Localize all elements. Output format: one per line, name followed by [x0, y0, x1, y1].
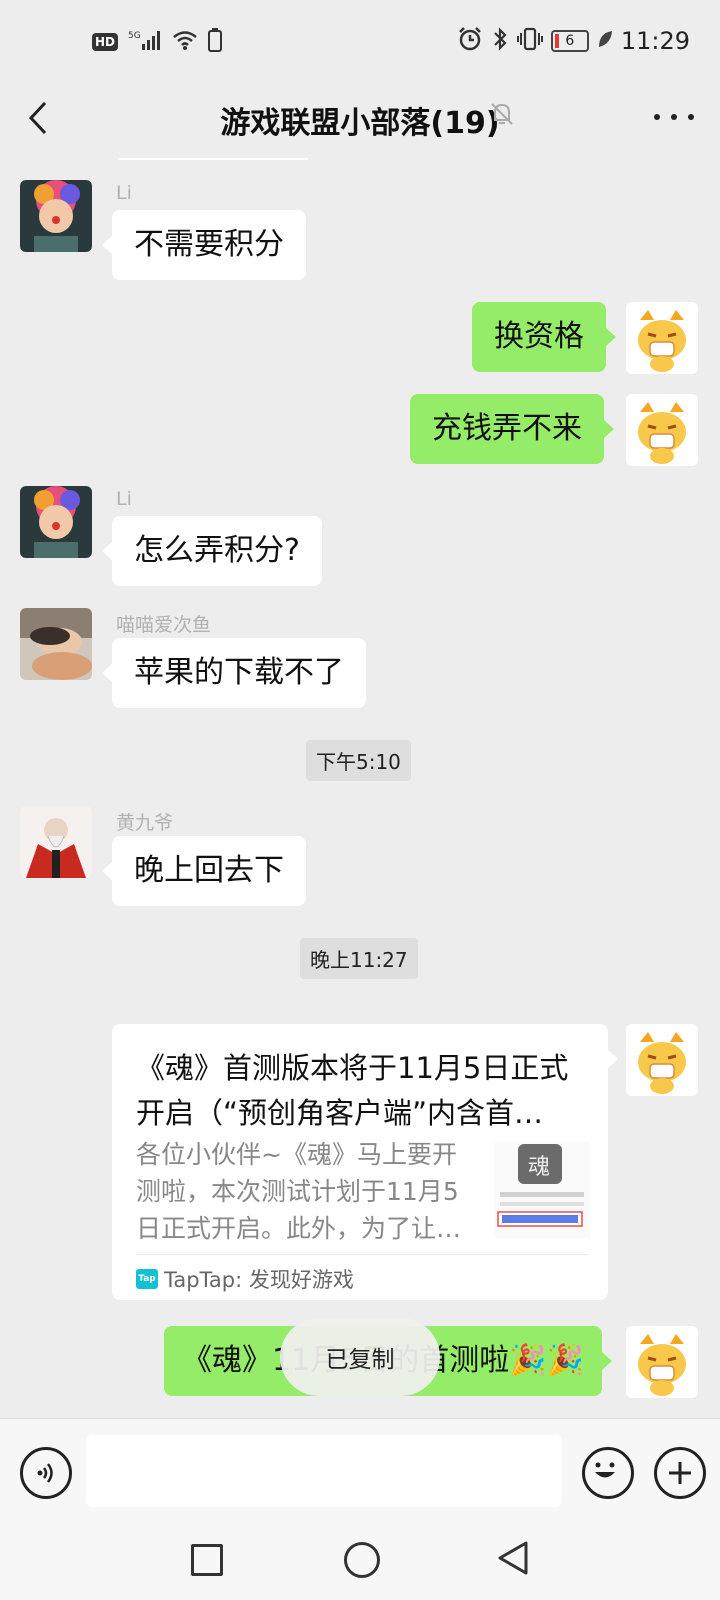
- system-navigation-bar: [0, 1530, 720, 1600]
- link-card-thumbnail: 魂: [494, 1142, 590, 1238]
- leaf-icon: [597, 29, 613, 53]
- vibrate-icon: [516, 27, 543, 55]
- wifi-icon: [172, 29, 198, 55]
- sender-name: 喵喵爱次鱼: [116, 614, 212, 636]
- plus-icon: [669, 1462, 691, 1484]
- network-label: 5G: [128, 31, 141, 41]
- dot: [671, 114, 677, 120]
- message-input[interactable]: [86, 1435, 562, 1507]
- avatar-self[interactable]: [626, 1326, 698, 1398]
- avatar-li[interactable]: [20, 180, 92, 252]
- message-bubble[interactable]: 换资格: [472, 302, 616, 372]
- status-bar: HD 5G 6 11:29: [0, 0, 720, 80]
- message-bubble[interactable]: 晚上回去下: [102, 836, 306, 906]
- status-time: 11:29: [620, 27, 690, 55]
- time-divider: 晚上11:27: [300, 938, 418, 979]
- sender-name: Li: [116, 488, 132, 510]
- link-card[interactable]: 《魂》首测版本将于11月5日正式开启（“预创角客户端”内含首… 各位小伙伴~《魂…: [112, 1024, 618, 1300]
- taptap-logo: Tap: [136, 1269, 158, 1289]
- bluetooth-icon: [491, 26, 509, 56]
- time-divider: 下午5:10: [306, 740, 411, 781]
- sender-name: 黄九爷: [116, 812, 174, 834]
- voice-input-button[interactable]: [20, 1447, 72, 1499]
- message-list[interactable]: Li 不需要积分 换资格 充钱弄不来 Li 怎么弄积分? 喵喵爱次鱼 苹果的下载…: [0, 158, 720, 1418]
- more-options-button[interactable]: [654, 102, 694, 132]
- link-card-description: 各位小伙伴~《魂》马上要开测啦，本次测试计划于11月5日正式开启。此外，为了让…: [136, 1140, 462, 1243]
- avatar-self[interactable]: [626, 302, 698, 374]
- sender-name: Li: [116, 182, 132, 204]
- avatar-miaomiao[interactable]: [20, 608, 92, 680]
- message-bubble[interactable]: 充钱弄不来: [410, 394, 614, 464]
- voice-icon: [37, 1463, 53, 1483]
- emoji-button[interactable]: [582, 1447, 634, 1499]
- chat-title: 游戏联盟小部落(19): [220, 106, 500, 141]
- link-card-title: 《魂》首测版本将于11月5日正式开启（“预创角客户端”内含首…: [136, 1051, 569, 1130]
- signal-icon: 5G: [128, 29, 162, 55]
- battery-indicator: 6: [550, 30, 589, 52]
- avatar-self[interactable]: [626, 394, 698, 466]
- thumbnail-char: 魂: [528, 1155, 550, 1180]
- recent-apps-button[interactable]: [191, 1544, 223, 1576]
- home-button[interactable]: [344, 1542, 380, 1578]
- dot: [688, 114, 694, 120]
- link-card-source: Tap TapTap: 发现好游戏: [136, 1264, 354, 1294]
- more-actions-button[interactable]: [654, 1447, 706, 1499]
- link-card-divider: [136, 1254, 588, 1255]
- phone-battery-icon: [208, 28, 223, 56]
- avatar-li[interactable]: [20, 486, 92, 558]
- mute-bell-icon: [488, 100, 516, 128]
- message-bubble[interactable]: 怎么弄积分?: [102, 516, 322, 586]
- chat-header: 游戏联盟小部落(19): [0, 80, 720, 158]
- copied-toast: 已复制: [280, 1318, 440, 1396]
- avatar-huangjiuye[interactable]: [20, 806, 92, 878]
- input-bar: [0, 1418, 720, 1531]
- battery-level: 6: [565, 33, 575, 49]
- avatar-self[interactable]: [626, 1024, 698, 1096]
- title-wrap: 游戏联盟小部落(19): [0, 98, 720, 142]
- system-back-button[interactable]: [496, 1540, 530, 1576]
- message-bubble[interactable]: 苹果的下载不了: [102, 638, 366, 708]
- chat-screen: HD 5G 6 11:29 游戏联盟小部落(19) Li 不需要积分 换资格 充…: [0, 0, 720, 1600]
- status-left: HD 5G: [92, 28, 223, 56]
- dot: [654, 114, 660, 120]
- status-right: 6 11:29: [457, 26, 690, 56]
- hd-badge: HD: [92, 33, 119, 51]
- message-bubble[interactable]: 不需要积分: [102, 210, 306, 280]
- previous-bubble-edge: [118, 158, 308, 160]
- smiley-icon: [595, 1462, 615, 1478]
- link-card-source-label: TapTap: 发现好游戏: [164, 1268, 354, 1292]
- alarm-icon: [457, 26, 483, 56]
